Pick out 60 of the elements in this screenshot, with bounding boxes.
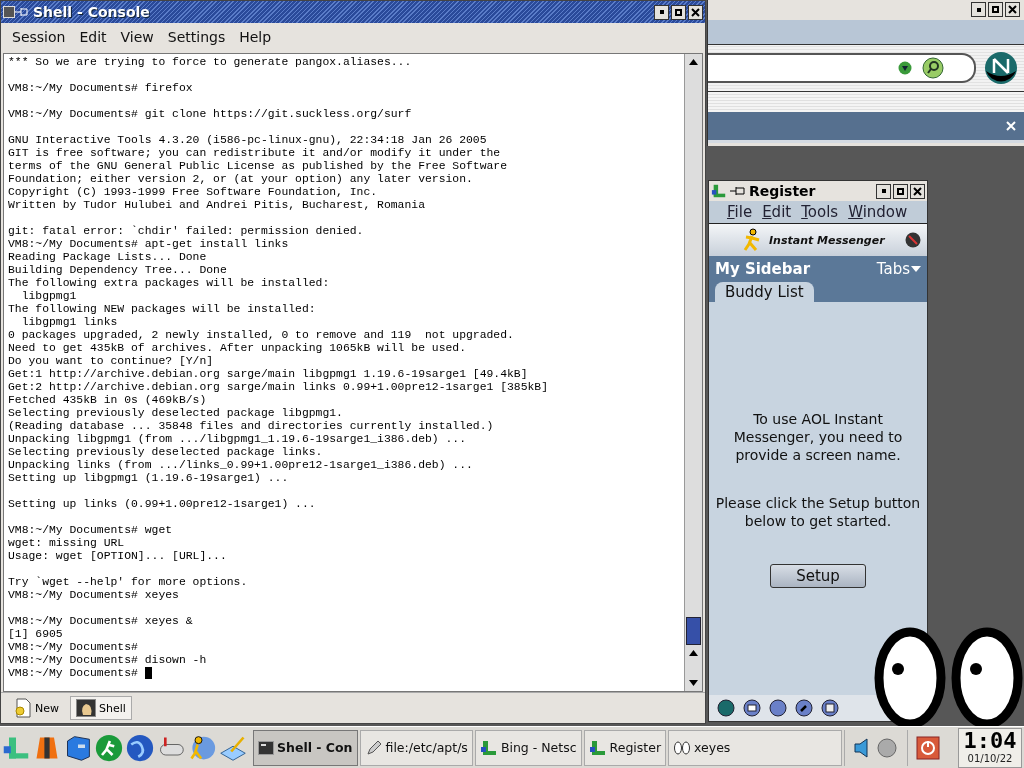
window-title: Register <box>749 183 817 199</box>
menu-item[interactable]: Window <box>848 203 908 221</box>
shell-icon <box>76 699 96 717</box>
scrollbar-thumb[interactable] <box>686 617 701 645</box>
cubes-icon <box>479 738 498 757</box>
taskbar-button[interactable]: Bing - Netsc <box>474 729 582 766</box>
taskbar-button[interactable]: file:/etc/apt/s <box>359 729 473 766</box>
banner-title: Instant Messenger <box>769 233 886 247</box>
minimize-button[interactable] <box>876 183 891 199</box>
minimize-button[interactable] <box>654 4 669 20</box>
taskbar-button[interactable]: xeyes <box>668 729 842 766</box>
envelope-icon[interactable] <box>743 699 761 717</box>
maximize-button[interactable] <box>893 183 908 199</box>
minimize-button[interactable] <box>971 2 986 17</box>
clock-time: 1:04 <box>963 728 1017 753</box>
menu-item[interactable]: File <box>727 203 753 221</box>
info-text: To use AOL Instant Messenger, you need to provide a screen name. <box>732 410 904 464</box>
window-menu-icon[interactable] <box>3 6 29 18</box>
window-title: Shell - Console <box>33 4 151 20</box>
taskbar-button[interactable]: Shell - Con <box>253 729 358 766</box>
taskbar-button[interactable]: Register <box>583 729 667 766</box>
menu-item[interactable]: Help <box>238 27 273 47</box>
search-icon[interactable] <box>922 57 944 79</box>
running-figure-icon[interactable] <box>95 733 123 762</box>
close-button[interactable] <box>1005 2 1020 17</box>
power-icon[interactable] <box>916 735 940 760</box>
scrollbar[interactable] <box>684 54 702 691</box>
pin-icon[interactable] <box>730 185 746 197</box>
close-button[interactable] <box>910 183 925 199</box>
clock[interactable]: 1:04 01/10/22 <box>958 727 1022 768</box>
url-field[interactable] <box>708 53 976 83</box>
clock-date: 01/10/22 <box>967 752 1013 764</box>
cubes-icon <box>588 738 607 757</box>
session-tab[interactable]: New <box>9 696 64 720</box>
close-button[interactable] <box>688 4 703 20</box>
close-icon[interactable] <box>1006 121 1016 131</box>
menu-item[interactable]: Edit <box>78 27 108 47</box>
menu-item[interactable]: Edit <box>762 203 792 221</box>
caret-icon <box>911 266 921 272</box>
menu-item[interactable]: Tools <box>801 203 839 221</box>
session-tab[interactable]: Shell <box>70 696 132 720</box>
pencil-icon <box>364 738 383 757</box>
cubes-icon <box>711 183 727 199</box>
menu-item[interactable]: Settings <box>166 27 227 47</box>
setup-button[interactable]: Setup <box>770 564 866 588</box>
cabinet-icon[interactable] <box>64 733 92 762</box>
new-document-icon <box>14 698 32 718</box>
eyes-icon <box>673 740 692 755</box>
sidebar-tab[interactable]: Buddy List <box>715 282 814 302</box>
running-figure-icon[interactable] <box>188 733 216 762</box>
tabs-menu[interactable]: Tabs <box>876 260 921 278</box>
terminal-output: *** So we are trying to force to generate pangox.aliases... VM8:~/My Documents# firefox VM8:~/My Documents# git clone https://git.suckless.org/surf GNU Interactive Tools 4.3.20 (i586-pc-linux-gnu), 22:34:18 Jan 26 2005 GIT is free software; you can redistribute it and/or modify it under the terms of the GNU General Public License as published by the Free Software Foundation; either version 2, or (at your option) any later version. Copyright (C) 1993-1999 Free Software Foundation, Inc. Written by Tudor Hulubei and Andrei Pitis, Bucharest, Romania git: fatal error: `chdir' failed: permission denied. VM8:~/My Documents# apt-get install links Reading Package Lists... Done Building Dependency Tree... Done The following extra packages will be installed: libgpmg1 The following NEW packages will be installed: libgpmg1 links 0 packages upgraded, 2 newly installed, 0 to remove and 119 not upgraded. Need to get 435kB of archives. After unpacking 1065kB will be used. Do you want to continue? [Y/n] Get:1 http://archive.debian.org sarge/main libgpmg1 1.19.6-19sarge1 [49.4kB] Get:2 http://archive.debian.org sarge/main links 0.99+1.00pre12-1sarge1 [385kB] Fetched 435kB in 0s (469kB/s) Selecting previously deselected package libgpmg1. (Reading database ... 35848 files and directories currently installed.) Unpacking libgpmg1 (from .../libgpmg1_1.19.6-19sarge1_i386.deb) ... Selecting previously deselected package links. Unpacking links (from .../links_0.99+1.00pre12-1sarge1_i386.deb) ... Setting up libgpmg1 (1.19.6-19sarge1) ... Setting up links (0.99+1.00pre12-1sarge1) ... VM8:~/My Documents# wget wget: missing URL Usage: wget [OPTION]... [URL]... Try `wget --help' for more options. VM8:~/My Documents# xeyes VM8:~/My Documents# xeyes & [1] 6905 VM8:~/My Documents# VM8:~/My Documents# disown -h VM8:~/My Documents# <box>7 55 549 681</box>
menu-item[interactable]: View <box>119 27 155 47</box>
dropdown-icon[interactable] <box>898 61 912 75</box>
menu-item[interactable]: Session <box>11 27 67 47</box>
terminal-icon <box>258 740 274 755</box>
maximize-button[interactable] <box>988 2 1003 17</box>
sidebar-title: My Sidebar <box>715 260 811 278</box>
info-text: Please click the Setup button below to get started. <box>714 494 922 530</box>
maximize-button[interactable] <box>671 4 686 20</box>
